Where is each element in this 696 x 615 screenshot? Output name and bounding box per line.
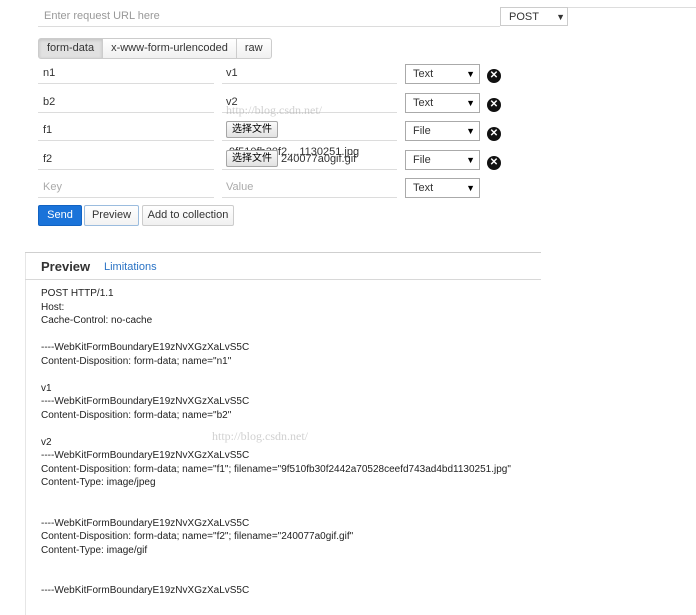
preview-line: ----WebKitFormBoundaryE19zNvXGzXaLvS5C xyxy=(41,585,250,596)
choose-file-button[interactable]: 选择文件 xyxy=(226,149,278,167)
param-type-value: Text xyxy=(413,97,434,109)
param-type-select[interactable]: Text ▼ xyxy=(405,64,480,84)
body-type-tabs: form-data x-www-form-urlencoded raw xyxy=(38,38,272,59)
divider xyxy=(568,7,696,8)
preview-line: Content-Disposition: form-data; name="f1… xyxy=(41,463,511,475)
preview-line: POST HTTP/1.1 xyxy=(41,288,114,299)
watermark: http://blog.csdn.net/ xyxy=(212,429,308,443)
preview-line: ----WebKitFormBoundaryE19zNvXGzXaLvS5C xyxy=(41,517,250,529)
param-type-value: File xyxy=(413,154,431,166)
file-name: 240077a0gif.gif xyxy=(281,153,357,165)
tab-raw[interactable]: raw xyxy=(235,38,272,59)
param-key-field[interactable]: f1 xyxy=(38,119,214,141)
method-select[interactable]: POST ▼ xyxy=(500,7,568,26)
remove-param-icon[interactable]: ✕ xyxy=(487,127,501,141)
param-file-field: 选择文件9f510fb30f2....1130251.jpg xyxy=(222,119,397,158)
chevron-down-icon: ▼ xyxy=(466,126,475,136)
new-param-key-field[interactable]: Key xyxy=(38,176,214,198)
preview-line: Content-Disposition: form-data; name="n1… xyxy=(41,355,232,367)
remove-param-icon[interactable]: ✕ xyxy=(487,98,501,112)
param-file-field: 选择文件 240077a0gif.gif xyxy=(222,148,397,170)
param-key-field[interactable]: b2 xyxy=(38,91,214,113)
chevron-down-icon: ▼ xyxy=(466,183,475,193)
add-to-collection-button[interactable]: Add to collection xyxy=(142,205,234,226)
preview-line: Host: xyxy=(41,301,65,313)
divider xyxy=(25,252,541,253)
preview-line: Content-Type: image/gif xyxy=(41,544,148,556)
chevron-down-icon: ▼ xyxy=(466,155,475,165)
request-url-input[interactable] xyxy=(38,5,500,27)
send-button[interactable]: Send xyxy=(38,205,82,226)
param-type-value: Text xyxy=(413,68,434,80)
divider xyxy=(25,253,26,615)
chevron-down-icon: ▼ xyxy=(556,12,565,22)
preview-button[interactable]: Preview xyxy=(84,205,139,226)
param-key-field[interactable]: n1 xyxy=(38,62,214,84)
preview-line: v1 xyxy=(41,382,52,394)
chevron-down-icon: ▼ xyxy=(466,98,475,108)
param-type-value: File xyxy=(413,125,431,137)
preview-title: Preview xyxy=(41,259,91,274)
preview-line: Cache-Control: no-cache xyxy=(41,315,153,326)
preview-line: Content-Type: image/jpeg xyxy=(41,477,156,488)
tab-form-data[interactable]: form-data xyxy=(38,38,104,59)
param-type-select[interactable]: Text ▼ xyxy=(405,178,480,198)
param-type-value: Text xyxy=(413,182,434,194)
param-type-select[interactable]: Text ▼ xyxy=(405,93,480,113)
param-type-select[interactable]: File ▼ xyxy=(405,150,480,170)
remove-param-icon[interactable]: ✕ xyxy=(487,69,501,83)
preview-line: ----WebKitFormBoundaryE19zNvXGzXaLvS5C xyxy=(41,342,250,353)
preview-line: Content-Disposition: form-data; name="b2… xyxy=(41,409,232,421)
choose-file-button[interactable]: 选择文件 xyxy=(226,120,278,138)
preview-line: ----WebKitFormBoundaryE19zNvXGzXaLvS5C xyxy=(41,396,250,407)
remove-param-icon[interactable]: ✕ xyxy=(487,156,501,170)
new-param-value-field[interactable]: Value xyxy=(222,176,397,198)
method-value: POST xyxy=(509,11,539,23)
tab-x-www-form-urlencoded[interactable]: x-www-form-urlencoded xyxy=(102,38,237,59)
chevron-down-icon: ▼ xyxy=(466,69,475,79)
preview-line: ----WebKitFormBoundaryE19zNvXGzXaLvS5C xyxy=(41,450,250,461)
divider xyxy=(25,279,541,280)
watermark: http://blog.csdn.net/ xyxy=(226,103,322,117)
param-value-field[interactable]: v1 xyxy=(222,62,397,84)
preview-line: v2 xyxy=(41,436,52,448)
param-type-select[interactable]: File ▼ xyxy=(405,121,480,141)
limitations-link[interactable]: Limitations xyxy=(104,261,157,273)
preview-line: Content-Disposition: form-data; name="f2… xyxy=(41,531,354,542)
param-key-field[interactable]: f2 xyxy=(38,148,214,170)
